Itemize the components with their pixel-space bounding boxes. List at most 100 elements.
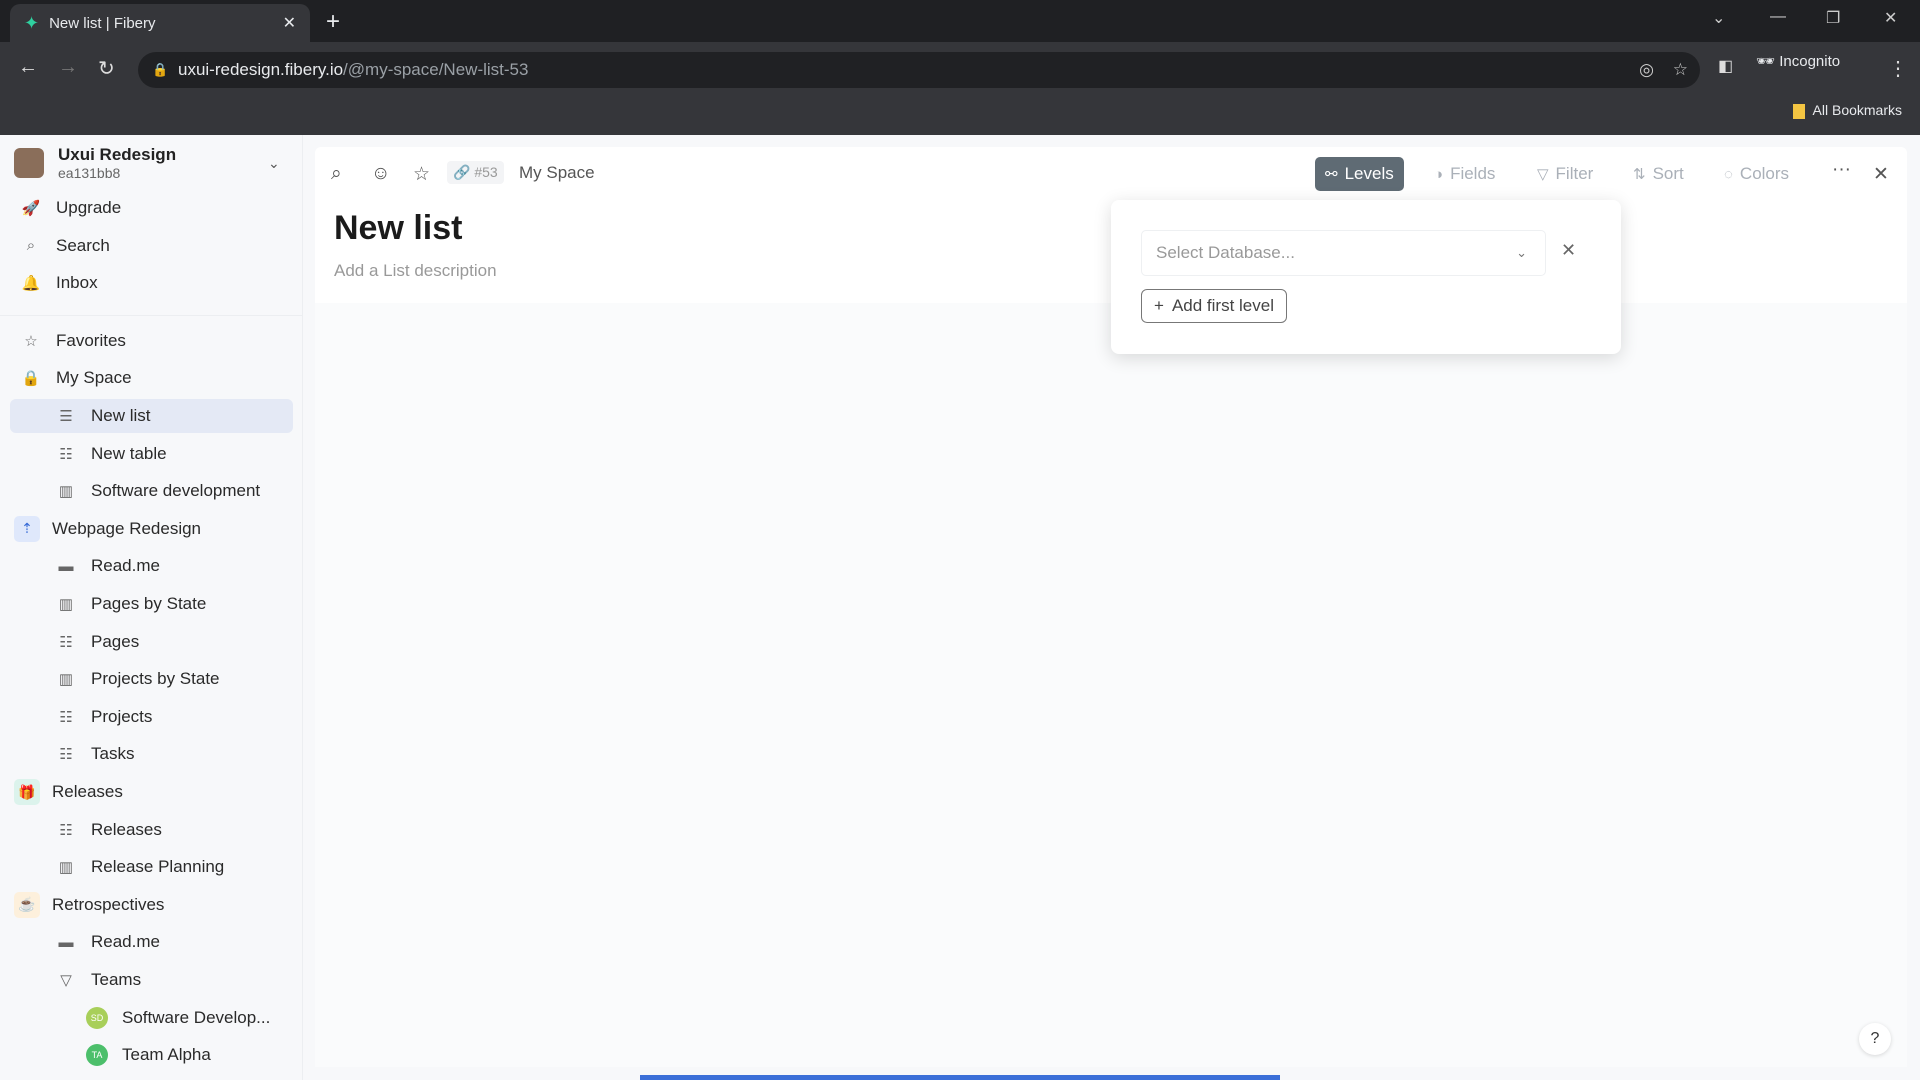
levels-button[interactable]: ⚯ Levels (1315, 157, 1404, 191)
sidebar-item[interactable]: ☰ New list (10, 399, 293, 433)
breadcrumb[interactable]: My Space (519, 163, 595, 183)
document-icon: ▬ (58, 557, 74, 575)
sidebar-item[interactable]: ▬ Read.me (10, 549, 293, 583)
sidebar-item-label: My Space (56, 368, 132, 388)
divider (0, 315, 303, 316)
sidebar-item-label: Read.me (91, 556, 160, 576)
board-icon: ▥ (58, 859, 74, 877)
eye-off-icon[interactable]: ◎ (1639, 60, 1654, 80)
sidebar-item[interactable]: ☆ Favorites (10, 324, 293, 358)
workspace-name: Uxui Redesign (58, 145, 177, 164)
sidebar-item[interactable]: 🔒 My Space (10, 361, 293, 395)
sidebar-item[interactable]: SD Software Develop... (10, 1001, 293, 1035)
sidebar-item[interactable]: ▽ Teams (10, 963, 293, 997)
url-input[interactable]: 🔒 uxui-redesign.fibery.io/@my-space/New-… (138, 52, 1700, 88)
sidebar-item[interactable]: ☷ Releases (10, 813, 293, 847)
filter-label: Filter (1555, 164, 1594, 183)
table-icon: ☷ (59, 746, 73, 764)
tab-search-icon[interactable]: ⌄ (1712, 8, 1725, 28)
new-tab-button[interactable]: + (326, 8, 340, 36)
sidebar-item[interactable]: ▥ Release Planning (10, 850, 293, 884)
colors-button[interactable]: ◌ Colors (1714, 157, 1799, 191)
sidebar-item-label: Retrospectives (52, 894, 165, 914)
close-icon[interactable]: ✕ (1873, 163, 1889, 186)
sidebar-item-label: Inbox (56, 273, 98, 293)
table-icon: ☷ (59, 821, 73, 839)
sidebar-item[interactable]: ▥ Software development (10, 474, 293, 508)
sidebar-item-label: Projects by State (91, 669, 220, 689)
list-content (315, 303, 1907, 1067)
sidebar-item[interactable]: 🎁 Releases (10, 775, 293, 809)
sidebar-item[interactable]: 🔔 Inbox (10, 266, 293, 300)
levels-icon: ⚯ (1325, 166, 1338, 183)
sidebar-item-label: Projects (91, 706, 153, 726)
page-title[interactable]: New list (334, 209, 462, 248)
sidebar-item[interactable]: ☷ Pages (10, 625, 293, 659)
sidebar-item[interactable]: TA Team Alpha (10, 1038, 293, 1072)
minimize-button[interactable]: — (1770, 8, 1786, 26)
favorite-star-icon[interactable]: ☆ (413, 163, 430, 186)
entity-id-chip[interactable]: 🔗 #53 (447, 161, 504, 184)
remove-level-icon[interactable]: ✕ (1561, 240, 1576, 261)
address-bar-area: ← → ↻ 🔒 uxui-redesign.fibery.io/@my-spac… (0, 42, 1920, 135)
filter-icon: ▽ (1537, 166, 1549, 183)
fibery-logo-icon: ✦ (24, 12, 40, 33)
close-tab-icon[interactable]: ✕ (283, 13, 296, 33)
levels-popup: Select Database... ⌄ ✕ + Add first level (1111, 200, 1621, 354)
bookmark-star-icon[interactable]: ☆ (1673, 60, 1688, 80)
incognito-icon: 🕶 (1756, 53, 1780, 70)
sidebar-item-label: Teams (91, 970, 142, 989)
chevron-down-icon[interactable]: ⌄ (268, 155, 280, 172)
more-icon[interactable]: ··· (1832, 159, 1851, 181)
sidebar-item[interactable]: ⌕ Search (10, 229, 293, 263)
side-panel-icon[interactable]: ◧ (1718, 56, 1733, 76)
sidebar-item[interactable]: ☕ Retrospectives (10, 888, 293, 922)
plus-icon: + (1154, 296, 1164, 315)
sort-icon: ⇅ (1633, 166, 1646, 183)
profile-label: Incognito (1779, 53, 1841, 70)
browser-tab-bar: ✦ New list | Fibery ✕ + ⌄ — ❐ ✕ (0, 0, 1920, 42)
sidebar-item[interactable]: ☷ Projects (10, 700, 293, 734)
bookmarks-label: All Bookmarks (1812, 102, 1902, 118)
description-input[interactable]: Add a List description (334, 261, 497, 281)
tab-title: New list | Fibery (49, 14, 156, 32)
colors-label: Colors (1739, 164, 1790, 183)
sidebar-item-label: Favorites (56, 330, 126, 350)
table-icon: ☷ (59, 445, 73, 463)
add-first-level-button[interactable]: + Add first level (1141, 289, 1287, 323)
sidebar-item-label: Software development (91, 481, 261, 501)
workspace-switcher[interactable]: Uxui Redesign ea131bb8 (14, 145, 176, 181)
board-icon: ▥ (58, 671, 74, 689)
sidebar-item[interactable]: ▥ Projects by State (10, 662, 293, 696)
entity-id: #53 (474, 164, 498, 180)
sidebar-item-label: Software Develop... (122, 1007, 271, 1027)
search-icon[interactable]: ⌕ (331, 163, 342, 185)
fields-button[interactable]: ◑ Fields (1424, 157, 1505, 191)
sidebar-item[interactable]: ▥ Pages by State (10, 587, 293, 621)
sidebar-item[interactable]: ▬ Read.me (10, 925, 293, 959)
select-database-dropdown[interactable]: Select Database... ⌄ (1141, 230, 1546, 276)
browser-tab[interactable]: ✦ New list | Fibery ✕ (10, 4, 310, 42)
filter-button[interactable]: ▽ Filter (1527, 157, 1603, 191)
emoji-icon[interactable]: ☺ (371, 163, 390, 185)
forward-icon[interactable]: → (58, 56, 78, 79)
sidebar-item-label: Release Planning (91, 857, 225, 877)
url-host: uxui-redesign.fibery.io (178, 60, 344, 79)
reload-icon[interactable]: ↻ (98, 56, 115, 81)
avatar (14, 148, 44, 178)
triangle-down-icon: ▽ (60, 972, 72, 989)
restore-button[interactable]: ❐ (1826, 8, 1840, 28)
sidebar-item-label: Releases (91, 819, 162, 839)
all-bookmarks[interactable]: All Bookmarks (1792, 102, 1902, 119)
sidebar-item-label: Team Alpha (122, 1045, 211, 1065)
back-icon[interactable]: ← (18, 56, 38, 79)
menu-icon[interactable]: ⋮ (1888, 56, 1908, 81)
close-window-button[interactable]: ✕ (1884, 8, 1897, 28)
sidebar-item[interactable]: ⇡ Webpage Redesign (10, 512, 293, 546)
sidebar-item[interactable]: 🚀 Upgrade (10, 191, 293, 225)
sidebar-item[interactable]: ☷ New table (10, 437, 293, 471)
sort-button[interactable]: ⇅ Sort (1623, 157, 1694, 191)
sidebar-item[interactable]: ☷ Tasks (10, 737, 293, 771)
profile-button[interactable]: 🕶 Incognito (1756, 52, 1840, 70)
help-button[interactable]: ? (1859, 1023, 1891, 1055)
